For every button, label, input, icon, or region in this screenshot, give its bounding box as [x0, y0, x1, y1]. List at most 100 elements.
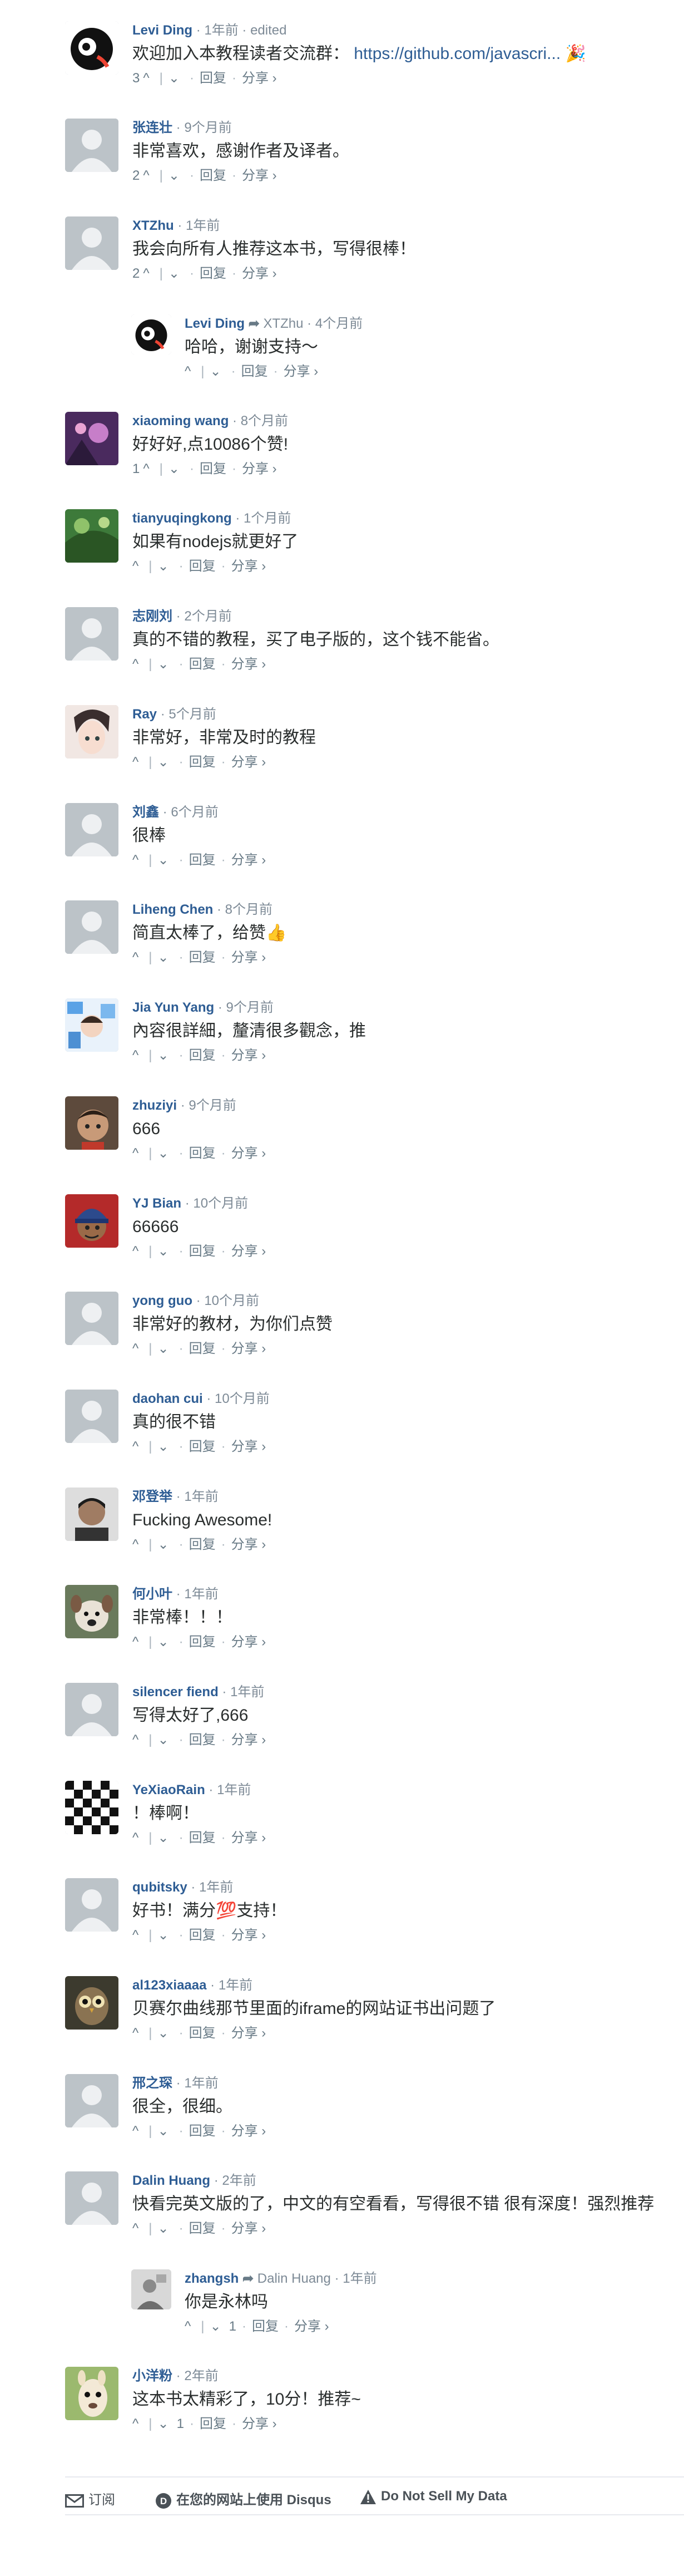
downvote-icon[interactable]: ⌄ [210, 2317, 221, 2337]
downvote-icon[interactable]: ⌄ [158, 1046, 169, 1066]
downvote-icon[interactable]: ⌄ [168, 166, 180, 186]
share-button[interactable]: 分享 › [231, 654, 266, 674]
avatar[interactable] [65, 1976, 118, 2030]
share-button[interactable]: 分享 › [231, 2023, 266, 2043]
upvote-icon[interactable]: ^ [185, 362, 191, 382]
reply-button[interactable]: 回复 [189, 1339, 216, 1359]
avatar[interactable] [65, 2171, 118, 2225]
upvote-icon[interactable]: ^ [185, 2317, 191, 2337]
share-button[interactable]: 分享 › [231, 1339, 266, 1359]
reply-button[interactable]: 回复 [189, 654, 216, 674]
upvote-icon[interactable]: ^ [132, 1339, 138, 1359]
downvote-icon[interactable]: ⌄ [158, 2023, 169, 2043]
upvote-icon[interactable]: ^ [132, 2023, 138, 2043]
downvote-icon[interactable]: ⌄ [158, 1632, 169, 1652]
share-button[interactable]: 分享 › [231, 1828, 266, 1848]
avatar[interactable] [65, 1585, 118, 1638]
author-name[interactable]: Levi Ding [132, 23, 192, 38]
comment-time[interactable]: 5个月前 [168, 707, 216, 722]
author-name[interactable]: yong guo [132, 1293, 192, 1308]
downvote-icon[interactable]: ⌄ [158, 1828, 169, 1848]
share-button[interactable]: 分享 › [231, 2121, 266, 2141]
reply-button[interactable]: 回复 [189, 1242, 216, 1262]
upvote-icon[interactable]: ^ [132, 948, 138, 968]
reply-button[interactable]: 回复 [189, 1046, 216, 1066]
upvote-icon[interactable]: ^ [132, 1046, 138, 1066]
author-name[interactable]: daohan cui [132, 1391, 203, 1406]
author-name[interactable]: al123xiaaaa [132, 1978, 206, 1993]
avatar[interactable] [65, 1781, 118, 1834]
share-button[interactable]: 分享 › [242, 2414, 277, 2434]
reply-button[interactable]: 回复 [241, 362, 268, 382]
comment-time[interactable]: 1年前 [343, 2271, 376, 2286]
comment-time[interactable]: 1年前 [186, 218, 220, 233]
downvote-icon[interactable]: ⌄ [158, 1437, 169, 1457]
author-name[interactable]: XTZhu [132, 218, 174, 233]
upvote-icon[interactable]: ^ [132, 556, 138, 577]
comment-time[interactable]: 6个月前 [171, 805, 218, 820]
upvote-icon[interactable]: ^ [132, 2219, 138, 2239]
author-name[interactable]: qubitsky [132, 1880, 187, 1895]
avatar[interactable] [65, 509, 118, 563]
reply-button[interactable]: 回复 [189, 1437, 216, 1457]
author-name[interactable]: YJ Bian [132, 1196, 181, 1211]
reply-button[interactable]: 回复 [189, 1828, 216, 1848]
downvote-icon[interactable]: ⌄ [158, 1144, 169, 1164]
avatar[interactable] [65, 2074, 118, 2127]
comment-time[interactable]: 9个月前 [226, 1000, 274, 1015]
reply-button[interactable]: 回复 [189, 2219, 216, 2239]
comment-time[interactable]: 10个月前 [215, 1391, 270, 1406]
share-button[interactable]: 分享 › [231, 1437, 266, 1457]
share-button[interactable]: 分享 › [231, 948, 266, 968]
avatar[interactable] [65, 412, 118, 465]
reply-button[interactable]: 回复 [189, 556, 216, 577]
comment-time[interactable]: 2年前 [184, 2368, 218, 2383]
upvote-icon[interactable]: ^ [132, 654, 138, 674]
upvote-icon[interactable]: ^ [132, 1535, 138, 1555]
comment-time[interactable]: 8个月前 [241, 413, 288, 428]
author-name[interactable]: YeXiaoRain [132, 1782, 205, 1797]
reply-button[interactable]: 回复 [189, 1632, 216, 1652]
avatar[interactable] [65, 705, 118, 758]
share-button[interactable]: 分享 › [284, 362, 319, 382]
downvote-icon[interactable]: ⌄ [158, 1730, 169, 1750]
downvote-icon[interactable]: ⌄ [158, 1242, 169, 1262]
comment-time[interactable]: 1个月前 [244, 511, 291, 526]
downvote-icon[interactable]: ⌄ [158, 1925, 169, 1945]
do-not-sell-link[interactable]: Do Not Sell My Data [360, 2489, 507, 2505]
comment-time[interactable]: 9个月前 [189, 1098, 236, 1113]
avatar[interactable] [65, 1683, 118, 1736]
upvote-icon[interactable]: ^ [132, 752, 138, 772]
author-name[interactable]: silencer fiend [132, 1685, 219, 1700]
share-button[interactable]: 分享 › [242, 68, 277, 88]
share-button[interactable]: 分享 › [231, 1144, 266, 1164]
author-name[interactable]: 小洋粉 [132, 2368, 172, 2383]
share-button[interactable]: 分享 › [231, 1730, 266, 1750]
comment-time[interactable]: 1年前 [184, 1587, 218, 1602]
reply-button[interactable]: 回复 [189, 948, 216, 968]
reply-to-name[interactable]: XTZhu [263, 316, 303, 331]
author-name[interactable]: 何小叶 [132, 1587, 172, 1602]
comment-time[interactable]: 2个月前 [184, 609, 231, 624]
avatar[interactable] [65, 1292, 118, 1345]
author-name[interactable]: zhuziyi [132, 1098, 177, 1113]
reply-button[interactable]: 回复 [189, 1730, 216, 1750]
comment-time[interactable]: 9个月前 [184, 120, 231, 135]
author-name[interactable]: Dalin Huang [132, 2173, 210, 2188]
upvote-icon[interactable]: ^ [143, 166, 149, 186]
avatar[interactable] [65, 1194, 118, 1248]
upvote-icon[interactable]: ^ [132, 1242, 138, 1262]
reply-button[interactable]: 回复 [200, 264, 226, 284]
downvote-icon[interactable]: ⌄ [158, 1339, 169, 1359]
author-name[interactable]: 张连壮 [132, 120, 172, 135]
reply-button[interactable]: 回复 [189, 1925, 216, 1945]
downvote-icon[interactable]: ⌄ [158, 850, 169, 870]
upvote-icon[interactable]: ^ [143, 68, 149, 88]
use-disqus-link[interactable]: D 在您的网站上使用 Disqus [155, 2489, 331, 2509]
downvote-icon[interactable]: ⌄ [168, 459, 180, 479]
avatar[interactable] [65, 607, 118, 661]
reply-button[interactable]: 回复 [252, 2317, 279, 2337]
share-button[interactable]: 分享 › [231, 752, 266, 772]
reply-button[interactable]: 回复 [189, 2121, 216, 2141]
reply-button[interactable]: 回复 [189, 1535, 216, 1555]
